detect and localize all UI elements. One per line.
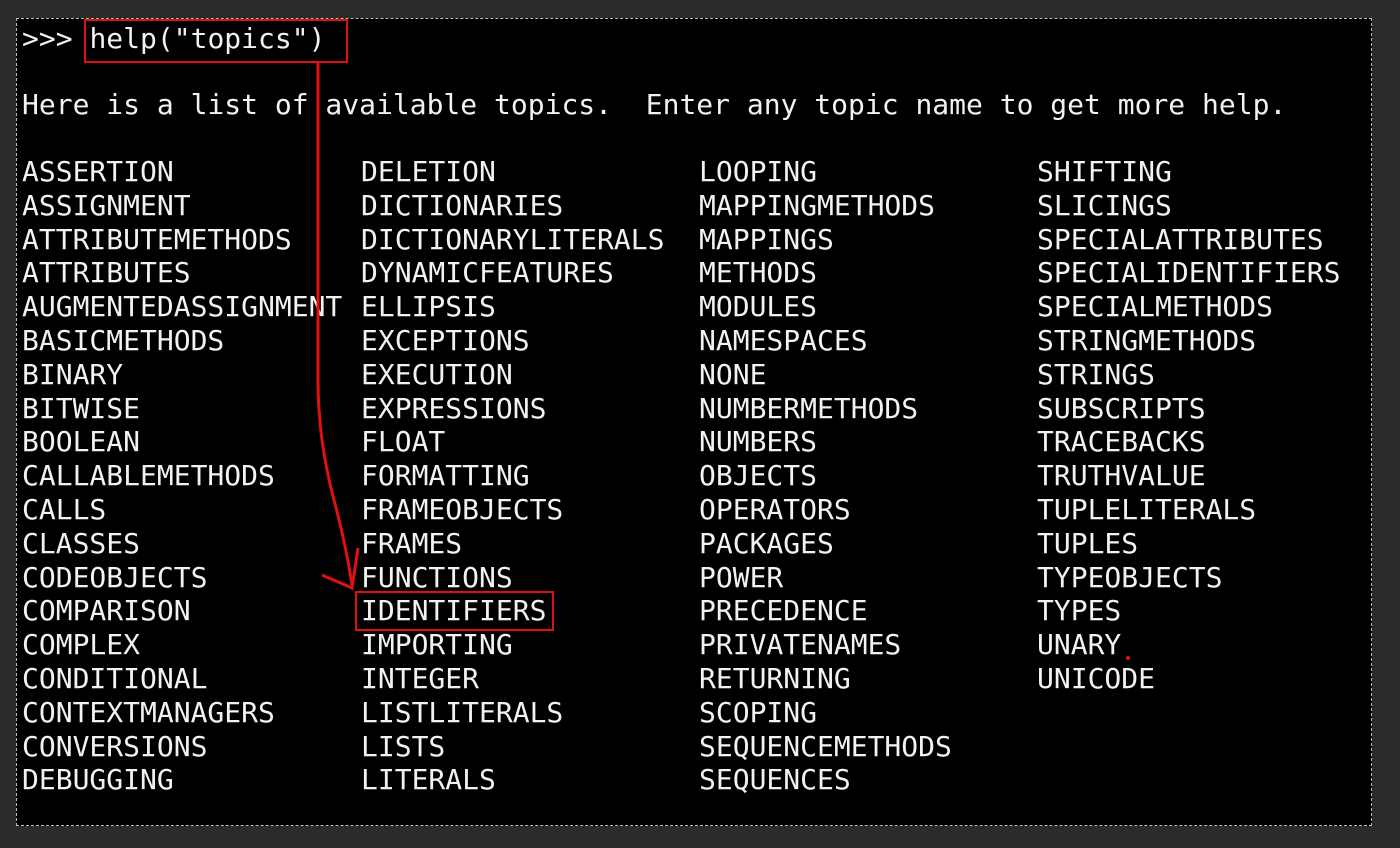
topic-item: DEBUGGING	[22, 763, 174, 797]
identifiers-highlight-box	[355, 591, 554, 631]
intro-text: Here is a list of available topics. Ente…	[22, 88, 1287, 121]
topic-item: STRINGMETHODS	[1037, 323, 1257, 357]
topic-item: SPECIALMETHODS	[1037, 290, 1274, 324]
topic-item: EXCEPTIONS	[361, 323, 530, 357]
topic-item: SEQUENCES	[699, 763, 851, 797]
topic-item: SCOPING	[699, 695, 818, 729]
topic-item: MAPPINGMETHODS	[699, 188, 936, 222]
topic-item: LISTLITERALS	[361, 695, 564, 729]
topic-item: CALLS	[22, 492, 107, 526]
topic-item: FRAMES	[361, 526, 463, 560]
topic-item: COMPARISON	[22, 594, 191, 628]
topic-item: LITERALS	[361, 763, 496, 797]
topic-item: NONE	[699, 357, 767, 391]
topic-item: PACKAGES	[699, 526, 834, 560]
topic-item: NUMBERS	[699, 425, 818, 459]
topic-item: PRECEDENCE	[699, 594, 868, 628]
topic-item: SPECIALATTRIBUTES	[1037, 222, 1324, 256]
topic-item: EXECUTION	[361, 357, 513, 391]
topic-item: SUBSCRIPTS	[1037, 391, 1206, 425]
topic-item: ASSERTION	[22, 155, 174, 188]
topic-item: SHIFTING	[1037, 155, 1172, 188]
topic-item: FRAMEOBJECTS	[361, 492, 564, 526]
topic-item: CODEOBJECTS	[22, 560, 208, 594]
command-highlight-box	[84, 19, 348, 63]
topic-item: FLOAT	[361, 425, 446, 459]
topic-item: POWER	[699, 560, 784, 594]
topic-item: BITWISE	[22, 391, 141, 425]
topic-item: MAPPINGS	[699, 222, 834, 256]
topic-item: DICTIONARIES	[361, 188, 564, 222]
topic-item: IMPORTING	[361, 628, 513, 662]
topic-item: NUMBERMETHODS	[699, 391, 919, 425]
topic-item: PRIVATENAMES	[699, 628, 902, 662]
topic-item: TUPLES	[1037, 526, 1139, 560]
topic-item: DYNAMICFEATURES	[361, 256, 614, 290]
topic-item: CALLABLEMETHODS	[22, 459, 275, 493]
topic-item: UNICODE	[1037, 661, 1156, 695]
topic-item: SEQUENCEMETHODS	[699, 729, 952, 763]
topic-column-3: LOOPING MAPPINGMETHODS MAPPINGS METHODS MODU…	[699, 155, 952, 797]
topic-column-2: DELETION DICTIONARIES DICTIONARYLITERALS DY…	[361, 155, 664, 797]
topic-column-4: SHIFTING SLICINGS SPECIALATTRIBUTES SPECIAL…	[1037, 155, 1340, 696]
topic-item: BOOLEAN	[22, 425, 141, 459]
topic-item: LISTS	[361, 729, 446, 763]
topic-item: CONVERSIONS	[22, 729, 208, 763]
topic-item: ASSIGNMENT	[22, 188, 191, 222]
topic-item: NAMESPACES	[699, 323, 868, 357]
topic-item: STRINGS	[1037, 357, 1156, 391]
topic-item: TRUTHVALUE	[1037, 459, 1206, 493]
topic-item: SPECIALIDENTIFIERS	[1037, 256, 1341, 290]
topic-item: UNARY	[1037, 628, 1122, 662]
topic-item: TYPEOBJECTS	[1037, 560, 1223, 594]
topic-item: TYPES	[1037, 594, 1122, 628]
topic-item: TRACEBACKS	[1037, 425, 1206, 459]
topic-item: OPERATORS	[699, 492, 851, 526]
topic-item: OBJECTS	[699, 459, 818, 493]
topic-item: EXPRESSIONS	[361, 391, 547, 425]
topic-item: CONTEXTMANAGERS	[22, 695, 275, 729]
topic-item: CONDITIONAL	[22, 661, 208, 695]
topic-item: CLASSES	[22, 526, 141, 560]
topic-item: ATTRIBUTEMETHODS	[22, 222, 292, 256]
topic-item: METHODS	[699, 256, 818, 290]
topic-item: BINARY	[22, 357, 124, 391]
topic-item: DELETION	[361, 155, 496, 188]
prompt: >>>	[22, 22, 90, 55]
topic-item: MODULES	[699, 290, 818, 324]
topic-item: COMPLEX	[22, 628, 141, 662]
topic-item: DICTIONARYLITERALS	[361, 222, 665, 256]
topic-item: INTEGER	[361, 661, 480, 695]
topic-item: AUGMENTEDASSIGNMENT	[22, 290, 343, 324]
topic-column-1: ASSERTION ASSIGNMENT ATTRIBUTEMETHODS ATTRI…	[22, 155, 342, 797]
topic-item: ATTRIBUTES	[22, 256, 191, 290]
topic-item: RETURNING	[699, 661, 851, 695]
topic-item: FUNCTIONS	[361, 560, 513, 594]
topic-item: SLICINGS	[1037, 188, 1172, 222]
topic-item: LOOPING	[699, 155, 818, 188]
topic-item: FORMATTING	[361, 459, 530, 493]
topic-item: TUPLELITERALS	[1037, 492, 1257, 526]
topic-item: BASICMETHODS	[22, 323, 225, 357]
topic-item: ELLIPSIS	[361, 290, 496, 324]
